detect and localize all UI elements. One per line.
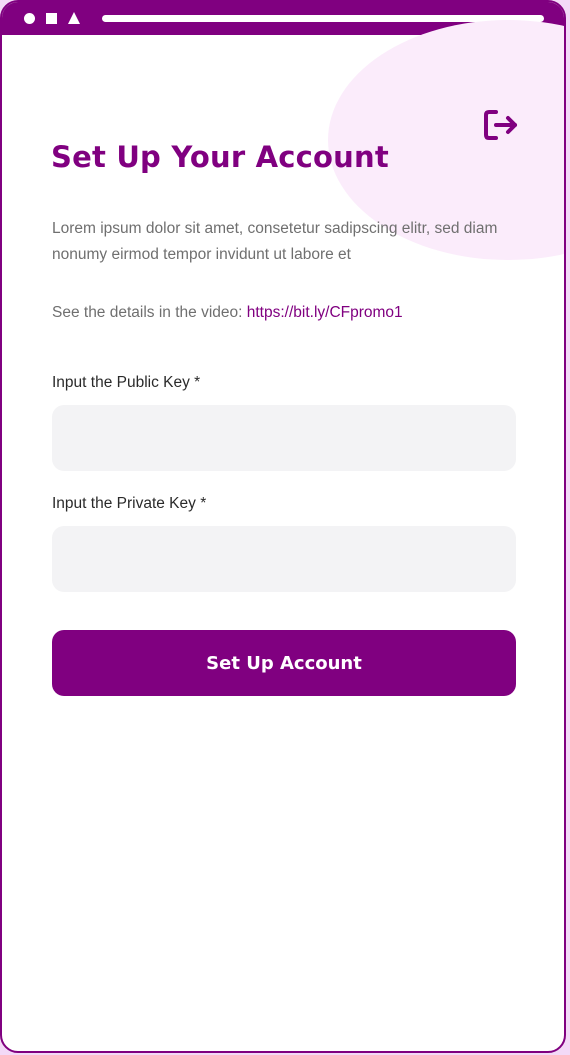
circle-icon [24,13,35,24]
private-key-input[interactable] [52,526,516,592]
square-icon [46,13,57,24]
logout-icon [484,110,517,140]
page-title: Set Up Your Account [51,140,389,174]
intro-text: Lorem ipsum dolor sit amet, consetetur s… [52,220,498,263]
public-key-label: Input the Public Key * [52,374,201,391]
triangle-icon [68,12,80,24]
phone-frame: Set Up Your Account Lorem ipsum dolor si… [0,0,566,1053]
set-up-account-button[interactable]: Set Up Account [52,630,516,696]
video-link[interactable]: https://bit.ly/CFpromo1 [247,304,403,321]
public-key-input[interactable] [52,405,516,471]
private-key-label: Input the Private Key * [52,495,207,512]
video-details-prefix: See the details in the video: [52,304,247,321]
logout-button[interactable] [482,106,520,144]
video-details-line: See the details in the video: https://bi… [52,302,403,324]
